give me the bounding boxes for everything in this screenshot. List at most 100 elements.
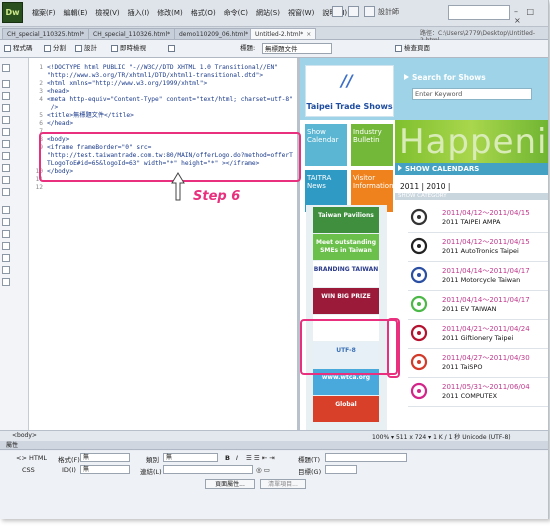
check-page-button[interactable]: 檢查頁面 xyxy=(395,43,430,54)
gutter-tool-icon[interactable] xyxy=(2,128,10,136)
live-view-icon xyxy=(111,45,118,52)
workspace-switcher[interactable]: 設計師 xyxy=(378,7,399,17)
line-number: 12 xyxy=(35,184,43,191)
css-mode-button[interactable]: CSS xyxy=(22,466,35,474)
line-number: 2 xyxy=(39,80,43,87)
list-icons[interactable]: ☰ ☰ ⇤ ⇥ xyxy=(246,454,275,462)
nav-tile[interactable]: Show Calendar xyxy=(305,124,347,166)
code-view-button[interactable]: 程式碼 xyxy=(4,43,33,54)
gutter-tool-icon[interactable] xyxy=(2,64,10,72)
event-divider xyxy=(408,406,548,407)
help-search-input[interactable] xyxy=(448,5,510,20)
gutter-tool-icon[interactable] xyxy=(2,254,10,262)
gutter-tool-icon[interactable] xyxy=(2,230,10,238)
title-input[interactable]: 無標題文件 xyxy=(262,43,332,54)
menu-item[interactable]: 編輯(E) xyxy=(60,8,92,18)
event-name[interactable]: 2011 Motorcycle Taiwan xyxy=(442,276,520,284)
menu-item[interactable]: 視窗(W) xyxy=(284,8,318,18)
title-prop-input[interactable] xyxy=(325,453,407,462)
site-logo[interactable]: // Taipei Trade Shows xyxy=(305,65,394,117)
menu-item[interactable]: 命令(C) xyxy=(220,8,252,18)
keyword-input[interactable]: Enter Keyword xyxy=(412,88,532,100)
event-name[interactable]: 2011 AutoTronics Taipei xyxy=(442,247,519,255)
year-links[interactable]: 2011 | 2010 | xyxy=(400,182,450,191)
ad-banner[interactable]: BRANDING TAIWAN xyxy=(313,261,379,287)
link-icons[interactable]: ◎ ▭ xyxy=(256,466,270,474)
ad-banner[interactable]: Taiwan Pavilions xyxy=(313,207,379,233)
status-info: 100% ▾ 511 x 724 ▾ 1 K / 1 秒 Unicode (UT… xyxy=(372,434,511,441)
event-name[interactable]: 2011 COMPUTEX xyxy=(442,392,497,400)
menu-item[interactable]: 檢視(V) xyxy=(91,8,123,18)
gutter-tool-icon[interactable] xyxy=(2,188,10,196)
layout-icon[interactable] xyxy=(332,6,343,17)
arrow-icon xyxy=(398,165,402,171)
split-view-button[interactable]: 分割 xyxy=(44,43,66,54)
disabled-live-code-button[interactable] xyxy=(168,43,175,54)
code-line[interactable]: <html xmlns="http://www.w3.org/1999/xhtm… xyxy=(47,80,207,88)
ad-banner[interactable]: Global xyxy=(313,396,379,422)
gutter-tool-icon[interactable] xyxy=(2,116,10,124)
code-line[interactable]: <head> xyxy=(47,88,69,96)
gutter-tool-icon[interactable] xyxy=(2,152,10,160)
code-line[interactable]: <title>無標題文件</title> xyxy=(47,112,134,120)
code-line[interactable]: <meta http-equiv="Content-Type" content=… xyxy=(47,96,293,104)
id-select[interactable]: 無 xyxy=(80,465,130,474)
class-select[interactable]: 無 xyxy=(163,453,218,462)
menu-item[interactable]: 插入(I) xyxy=(124,8,154,18)
live-view-button[interactable]: 即時檢視 xyxy=(111,43,146,54)
menu-item[interactable]: 修改(M) xyxy=(153,8,187,18)
code-line[interactable]: </head> xyxy=(47,120,73,128)
menu-item[interactable]: 格式(O) xyxy=(187,8,220,18)
link-input[interactable] xyxy=(163,465,253,474)
event-name[interactable]: 2011 EV TAIWAN xyxy=(442,305,496,313)
gutter-tool-icon[interactable] xyxy=(2,80,10,88)
tts-logo-icon: // xyxy=(341,71,353,90)
document-tab[interactable]: CH_special_110326.html*× xyxy=(88,28,184,39)
gutter-tool-icon[interactable] xyxy=(2,266,10,274)
steering-icon xyxy=(408,237,430,255)
menu-item[interactable]: 網站(S) xyxy=(252,8,284,18)
extend-icon[interactable] xyxy=(348,6,359,17)
tab-label: CH_special_110325.html* xyxy=(7,31,85,38)
close-icon[interactable]: × xyxy=(306,31,311,38)
bold-button[interactable]: B xyxy=(225,454,230,462)
italic-button[interactable]: I xyxy=(236,454,238,462)
gutter-tool-icon[interactable] xyxy=(2,176,10,184)
show-calendars-header: SHOW CALENDARS xyxy=(395,163,548,175)
event-name[interactable]: 2011 TaiSPO xyxy=(442,363,482,371)
page-properties-button[interactable]: 頁面屬性... xyxy=(205,479,255,489)
gutter-tool-icon[interactable] xyxy=(2,92,10,100)
ad-banner[interactable]: Meet outstanding SMEs in Taiwan xyxy=(313,234,379,260)
list-item-button[interactable]: 清單項目... xyxy=(260,479,306,489)
code-line[interactable]: <!DOCTYPE html PUBLIC "-//W3C//DTD XHTML… xyxy=(47,64,278,72)
gutter-tool-icon[interactable] xyxy=(2,164,10,172)
menu-item[interactable]: 檔案(F) xyxy=(28,8,60,18)
properties-header[interactable]: 屬性 xyxy=(0,441,548,450)
event-name[interactable]: 2011 Giftionery Taipei xyxy=(442,334,513,342)
document-tab[interactable]: demo110209_06.html*× xyxy=(174,28,262,39)
document-tab[interactable]: Untitled-2.html* × xyxy=(250,28,317,39)
link-label: 連結(L) xyxy=(140,468,162,476)
code-view[interactable]: 1 <!DOCTYPE html PUBLIC "-//W3C//DTD XHTM… xyxy=(29,58,297,430)
ad-banner[interactable]: WIN BIG PRIZE xyxy=(313,288,379,314)
event-name[interactable]: 2011 TAIPEI AMPA xyxy=(442,218,500,226)
gutter-tool-icon[interactable] xyxy=(2,278,10,286)
document-tab[interactable]: CH_special_110325.html*× xyxy=(2,28,98,39)
line-number: 5 xyxy=(39,112,43,119)
event-divider xyxy=(408,232,548,233)
tag-selector[interactable]: <body> xyxy=(12,432,37,439)
gutter-tool-icon[interactable] xyxy=(2,140,10,148)
gutter-tool-icon[interactable] xyxy=(2,206,10,214)
gutter-tool-icon[interactable] xyxy=(2,104,10,112)
nav-tile[interactable]: Industry Bulletin xyxy=(351,124,393,166)
format-select[interactable]: 無 xyxy=(80,453,130,462)
code-line[interactable]: "http://www.w3.org/TR/xhtml1/DTD/xhtml1-… xyxy=(47,72,263,80)
gutter-tool-icon[interactable] xyxy=(2,242,10,250)
gutter-tool-icon[interactable] xyxy=(2,218,10,226)
design-view-button[interactable]: 設計 xyxy=(75,43,97,54)
window-controls[interactable]: – □ × xyxy=(514,7,548,25)
site-icon[interactable] xyxy=(364,6,375,17)
target-select[interactable] xyxy=(325,465,357,474)
html-mode-button[interactable]: <> HTML xyxy=(16,454,47,462)
code-line[interactable]: /> xyxy=(47,104,58,112)
